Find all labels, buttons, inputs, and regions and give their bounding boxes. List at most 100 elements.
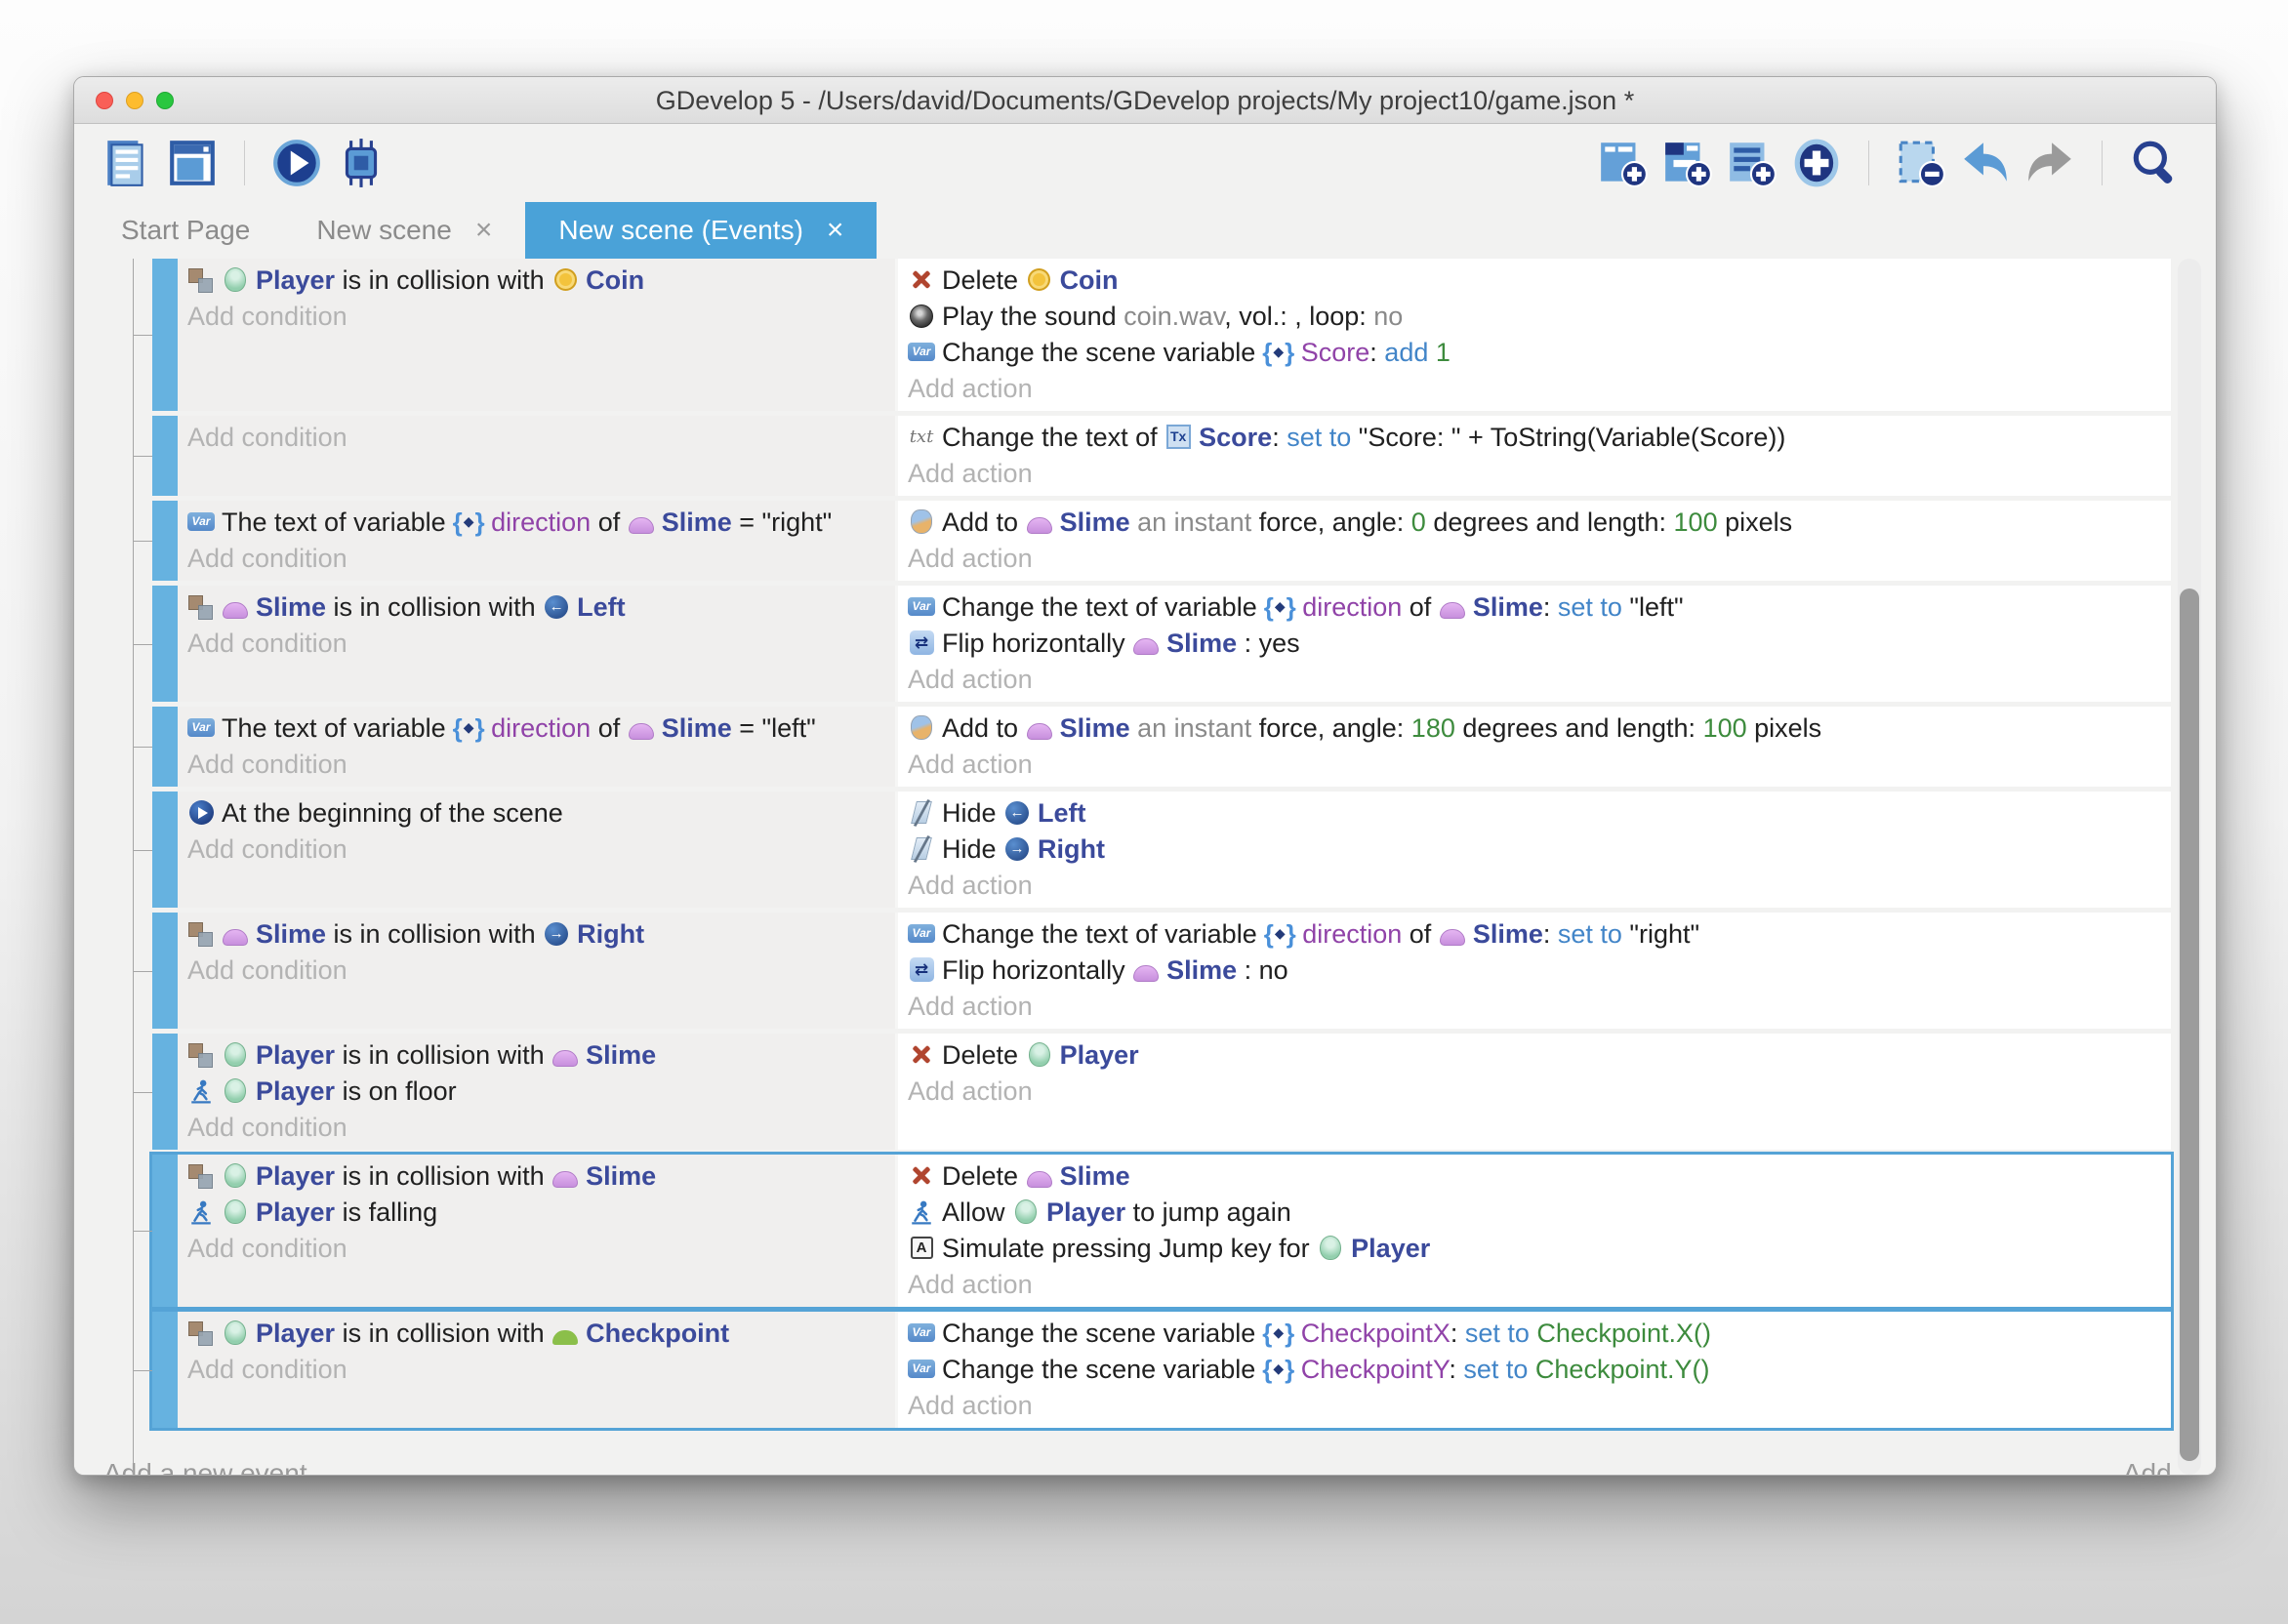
action-line[interactable]: VarChange the scene variable {◆}Checkpoi… [908, 1316, 2159, 1352]
condition-line[interactable]: Slime is in collision with →Right [187, 916, 883, 953]
add-action-button[interactable]: Add action [908, 541, 2159, 577]
preview-button[interactable] [270, 137, 323, 189]
close-tab-icon[interactable]: × [475, 216, 493, 245]
action-line[interactable]: ASimulate pressing Jump key for Player [908, 1231, 2159, 1267]
scene-editor-button[interactable] [166, 137, 219, 189]
event-selection-bar[interactable] [152, 707, 178, 787]
event-selection-bar[interactable] [152, 586, 178, 702]
add-action-button[interactable]: Add action [908, 662, 2159, 698]
event-selection-bar[interactable] [152, 1034, 178, 1150]
debug-button[interactable] [335, 137, 388, 189]
event-row[interactable]: VarThe text of variable {◆}direction of … [152, 501, 2171, 581]
action-line[interactable]: ⇄Flip horizontally Slime : yes [908, 626, 2159, 662]
instruction-text: pixels [1747, 713, 1822, 743]
action-line[interactable]: Delete Player [908, 1037, 2159, 1074]
action-line[interactable]: Hide →Right [908, 832, 2159, 868]
scrollbar-thumb[interactable] [2180, 589, 2199, 1461]
add-action-button[interactable]: Add action [908, 747, 2159, 783]
event-row[interactable]: At the beginning of the sceneAdd conditi… [152, 792, 2171, 908]
add-action-button[interactable]: Add action [908, 371, 2159, 407]
action-line[interactable]: Delete Coin [908, 263, 2159, 299]
add-comment-button[interactable] [1726, 137, 1778, 189]
choose-event-button[interactable] [1790, 137, 1843, 189]
add-condition-button[interactable]: Add condition [187, 1110, 883, 1146]
event-row[interactable]: Slime is in collision with ←LeftAdd cond… [152, 586, 2171, 702]
condition-line[interactable]: At the beginning of the scene [187, 795, 883, 832]
add-action-button[interactable]: Add action [908, 456, 2159, 492]
actions-column: VarChange the text of variable {◆}direct… [895, 586, 2171, 702]
keyword: set to [1558, 919, 1622, 949]
add-subevent-button[interactable] [1661, 137, 1714, 189]
add-condition-button[interactable]: Add condition [187, 541, 883, 577]
add-condition-button[interactable]: Add condition [187, 953, 883, 989]
close-tab-icon[interactable]: × [827, 216, 844, 245]
action-line[interactable]: Add to Slime an instant force, angle: 18… [908, 710, 2159, 747]
add-event-button[interactable] [1597, 137, 1650, 189]
undo-button[interactable] [1959, 137, 2012, 189]
vertical-scrollbar[interactable] [2178, 259, 2201, 1475]
tab-new-scene[interactable]: New scene × [283, 202, 525, 259]
tab-start-page[interactable]: Start Page [88, 202, 283, 259]
action-line[interactable]: txtChange the text of TxScore: set to "S… [908, 420, 2159, 456]
project-manager-button[interactable] [102, 137, 154, 189]
add-action-button[interactable]: Add action [908, 1388, 2159, 1424]
condition-line[interactable]: Player is in collision with Coin [187, 263, 883, 299]
event-selection-bar[interactable] [152, 259, 178, 411]
action-line[interactable]: Delete Slime [908, 1158, 2159, 1195]
condition-line[interactable]: Player is in collision with Checkpoint [187, 1316, 883, 1352]
object-name: Player [1351, 1234, 1430, 1263]
redo-button[interactable] [2023, 137, 2076, 189]
add-condition-button[interactable]: Add condition [187, 299, 883, 335]
event-selection-bar[interactable] [152, 913, 178, 1029]
add-action-button[interactable]: Add action [908, 1267, 2159, 1303]
instruction-text: Allow [942, 1198, 1012, 1227]
action-line[interactable]: VarChange the text of variable {◆}direct… [908, 589, 2159, 626]
event-row[interactable]: Player is in collision with CheckpointAd… [152, 1312, 2171, 1428]
condition-line[interactable]: Player is in collision with Slime [187, 1158, 883, 1195]
event-row[interactable]: Player is in collision with SlimePlayer … [152, 1155, 2171, 1307]
action-line[interactable]: VarChange the scene variable {◆}Checkpoi… [908, 1352, 2159, 1388]
event-selection-bar[interactable] [152, 1155, 178, 1307]
tab-new-scene-events[interactable]: New scene (Events) × [525, 202, 877, 259]
action-line[interactable]: Add to Slime an instant force, angle: 0 … [908, 505, 2159, 541]
event-selection-bar[interactable] [152, 792, 178, 908]
condition-line[interactable]: VarThe text of variable {◆}direction of … [187, 710, 883, 747]
action-line[interactable]: Allow Player to jump again [908, 1195, 2159, 1231]
add-action-button[interactable]: Add action [908, 1074, 2159, 1110]
add-condition-button[interactable]: Add condition [187, 626, 883, 662]
condition-line[interactable]: Player is on floor [187, 1074, 883, 1110]
player-icon [1012, 1198, 1040, 1226]
event-row[interactable]: Player is in collision with SlimePlayer … [152, 1034, 2171, 1150]
condition-line[interactable]: Player is in collision with Slime [187, 1037, 883, 1074]
add-new-event-button[interactable]: Add a new event [103, 1458, 307, 1475]
add-condition-button[interactable]: Add condition [187, 747, 883, 783]
event-row[interactable]: VarThe text of variable {◆}direction of … [152, 707, 2171, 787]
window-title: GDevelop 5 - /Users/david/Documents/GDev… [74, 77, 2216, 124]
action-line[interactable]: ⇄Flip horizontally Slime : no [908, 953, 2159, 989]
add-action-button[interactable]: Add action [908, 868, 2159, 904]
action-line[interactable]: VarChange the scene variable {◆}Score: a… [908, 335, 2159, 371]
add-condition-button[interactable]: Add condition [187, 420, 883, 456]
tab-bar: Start Page New scene × New scene (Events… [74, 202, 2216, 259]
add-condition-button[interactable]: Add condition [187, 832, 883, 868]
action-line[interactable]: Play the sound coin.wav, vol.: , loop: n… [908, 299, 2159, 335]
variable-name: CheckpointX [1301, 1319, 1450, 1348]
add-condition-button[interactable]: Add condition [187, 1352, 883, 1388]
event-row[interactable]: Player is in collision with CoinAdd cond… [152, 259, 2171, 411]
condition-line[interactable]: VarThe text of variable {◆}direction of … [187, 505, 883, 541]
event-selection-bar[interactable] [152, 416, 178, 496]
search-button[interactable] [2128, 137, 2181, 189]
event-selection-bar[interactable] [152, 1312, 178, 1428]
condition-line[interactable]: Player is falling [187, 1195, 883, 1231]
event-row[interactable]: Add condition txtChange the text of TxSco… [152, 416, 2171, 496]
conditions-column: Add condition [178, 416, 895, 496]
condition-line[interactable]: Slime is in collision with ←Left [187, 589, 883, 626]
instruction-text: : [1543, 919, 1558, 949]
action-line[interactable]: VarChange the text of variable {◆}direct… [908, 916, 2159, 953]
event-selection-bar[interactable] [152, 501, 178, 581]
action-line[interactable]: Hide ←Left [908, 795, 2159, 832]
add-action-button[interactable]: Add action [908, 989, 2159, 1025]
delete-event-button[interactable] [1895, 137, 1947, 189]
add-condition-button[interactable]: Add condition [187, 1231, 883, 1267]
event-row[interactable]: Slime is in collision with →RightAdd con… [152, 913, 2171, 1029]
